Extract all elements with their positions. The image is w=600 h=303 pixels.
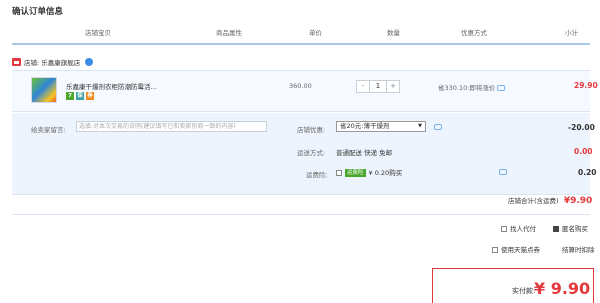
shop-promo-amount: -20.00 [568, 123, 595, 132]
shop-icon [12, 58, 21, 66]
tmall-points-label: 使用天猫点券 [501, 246, 540, 254]
shop-promo-select[interactable]: 省20元:薄干燥剂 ▼ [336, 121, 426, 132]
message-input[interactable]: 选填:对本次交易的说明(建议填写已和卖家协商一致的内容) [76, 121, 267, 132]
shop-name[interactable]: 店铺: 乐嘉康旗舰店 [24, 57, 80, 67]
divider [12, 214, 590, 215]
shop-promo-value: 省20元:薄干燥剂 [340, 122, 390, 130]
qty-minus-button[interactable]: - [357, 81, 369, 92]
shop-row: 店铺: 乐嘉康旗舰店 [12, 56, 94, 68]
table-header: 店铺宝贝 商品属性 单价 数量 优惠方式 小计 [12, 27, 590, 41]
dropdown-arrow-icon: ▼ [418, 123, 422, 129]
col-attr: 商品属性 [216, 29, 242, 37]
discount-text: 省330.10:即将涨价 [438, 84, 496, 92]
divider [12, 194, 590, 195]
coupon-badge[interactable]: 券 [86, 92, 94, 100]
discount-info: 省330.10:即将涨价 [438, 82, 506, 92]
shop-promo-label: 店铺优惠: [297, 126, 326, 134]
anonymous-option[interactable]: 匿名购买 [553, 223, 588, 233]
insurance-checkbox[interactable] [336, 170, 342, 176]
insurance-amount: 0.20 [578, 168, 597, 177]
guarantee-badge[interactable]: 保 [76, 92, 84, 100]
col-qty: 数量 [387, 29, 400, 37]
header-divider [12, 43, 590, 45]
chat-icon[interactable] [497, 85, 506, 91]
qty-plus-button[interactable]: + [387, 81, 399, 92]
pay-for-me-checkbox[interactable] [501, 226, 507, 232]
insurance-tag: 运费险 [345, 169, 366, 177]
chat-icon[interactable] [434, 124, 442, 130]
wangwang-icon[interactable] [85, 58, 94, 66]
pay-for-me-option[interactable]: 找人代付 [501, 223, 536, 233]
anonymous-checkbox[interactable] [553, 226, 559, 232]
shipping-label: 运送方式: [297, 149, 326, 157]
tmall-points-option[interactable]: 使用天猫点券 [492, 244, 540, 254]
product-thumbnail[interactable] [31, 77, 57, 103]
deduct-note: 结算时扣除 [562, 246, 595, 254]
shop-total: 店铺合计(含运费) ¥9.90 [508, 195, 592, 206]
col-subtotal: 小计 [565, 29, 578, 37]
insurance-label: 运费险: [306, 171, 328, 179]
seven-day-badge[interactable]: 7 [66, 92, 74, 100]
pay-for-me-label: 找人代付 [510, 225, 536, 233]
page-title: 确认订单信息 [12, 7, 64, 17]
product-badges: 7 保 券 [66, 92, 94, 100]
insurance-value: ¥ 0.20购买 [368, 169, 403, 177]
message-label: 给卖家留言: [31, 126, 66, 134]
anonymous-label: 匿名购买 [562, 225, 588, 233]
col-price: 单价 [309, 29, 322, 37]
qty-input[interactable]: 1 [369, 81, 387, 92]
quantity-stepper: - 1 + [356, 80, 400, 93]
final-amount: ¥ 9.90 [534, 279, 591, 298]
unit-price: 360.00 [289, 82, 312, 90]
col-shop: 店铺宝贝 [85, 29, 111, 37]
shop-total-label: 店铺合计(含运费) [508, 197, 559, 205]
tmall-points-checkbox[interactable] [492, 247, 498, 253]
shipping-value: 普通配送 快递 免邮 [336, 149, 393, 157]
shipping-amount: 0.00 [574, 147, 593, 156]
help-icon[interactable] [499, 169, 507, 175]
product-name[interactable]: 乐嘉康干爆剂衣柜防潮防霉活… [66, 81, 157, 91]
shop-total-amount: ¥9.90 [563, 196, 593, 206]
item-subtotal: 29.90 [574, 81, 598, 90]
insurance-option[interactable]: 运费险 ¥ 0.20购买 [336, 167, 402, 177]
final-label: 实付款: [512, 287, 536, 295]
col-promo: 优惠方式 [461, 29, 487, 37]
